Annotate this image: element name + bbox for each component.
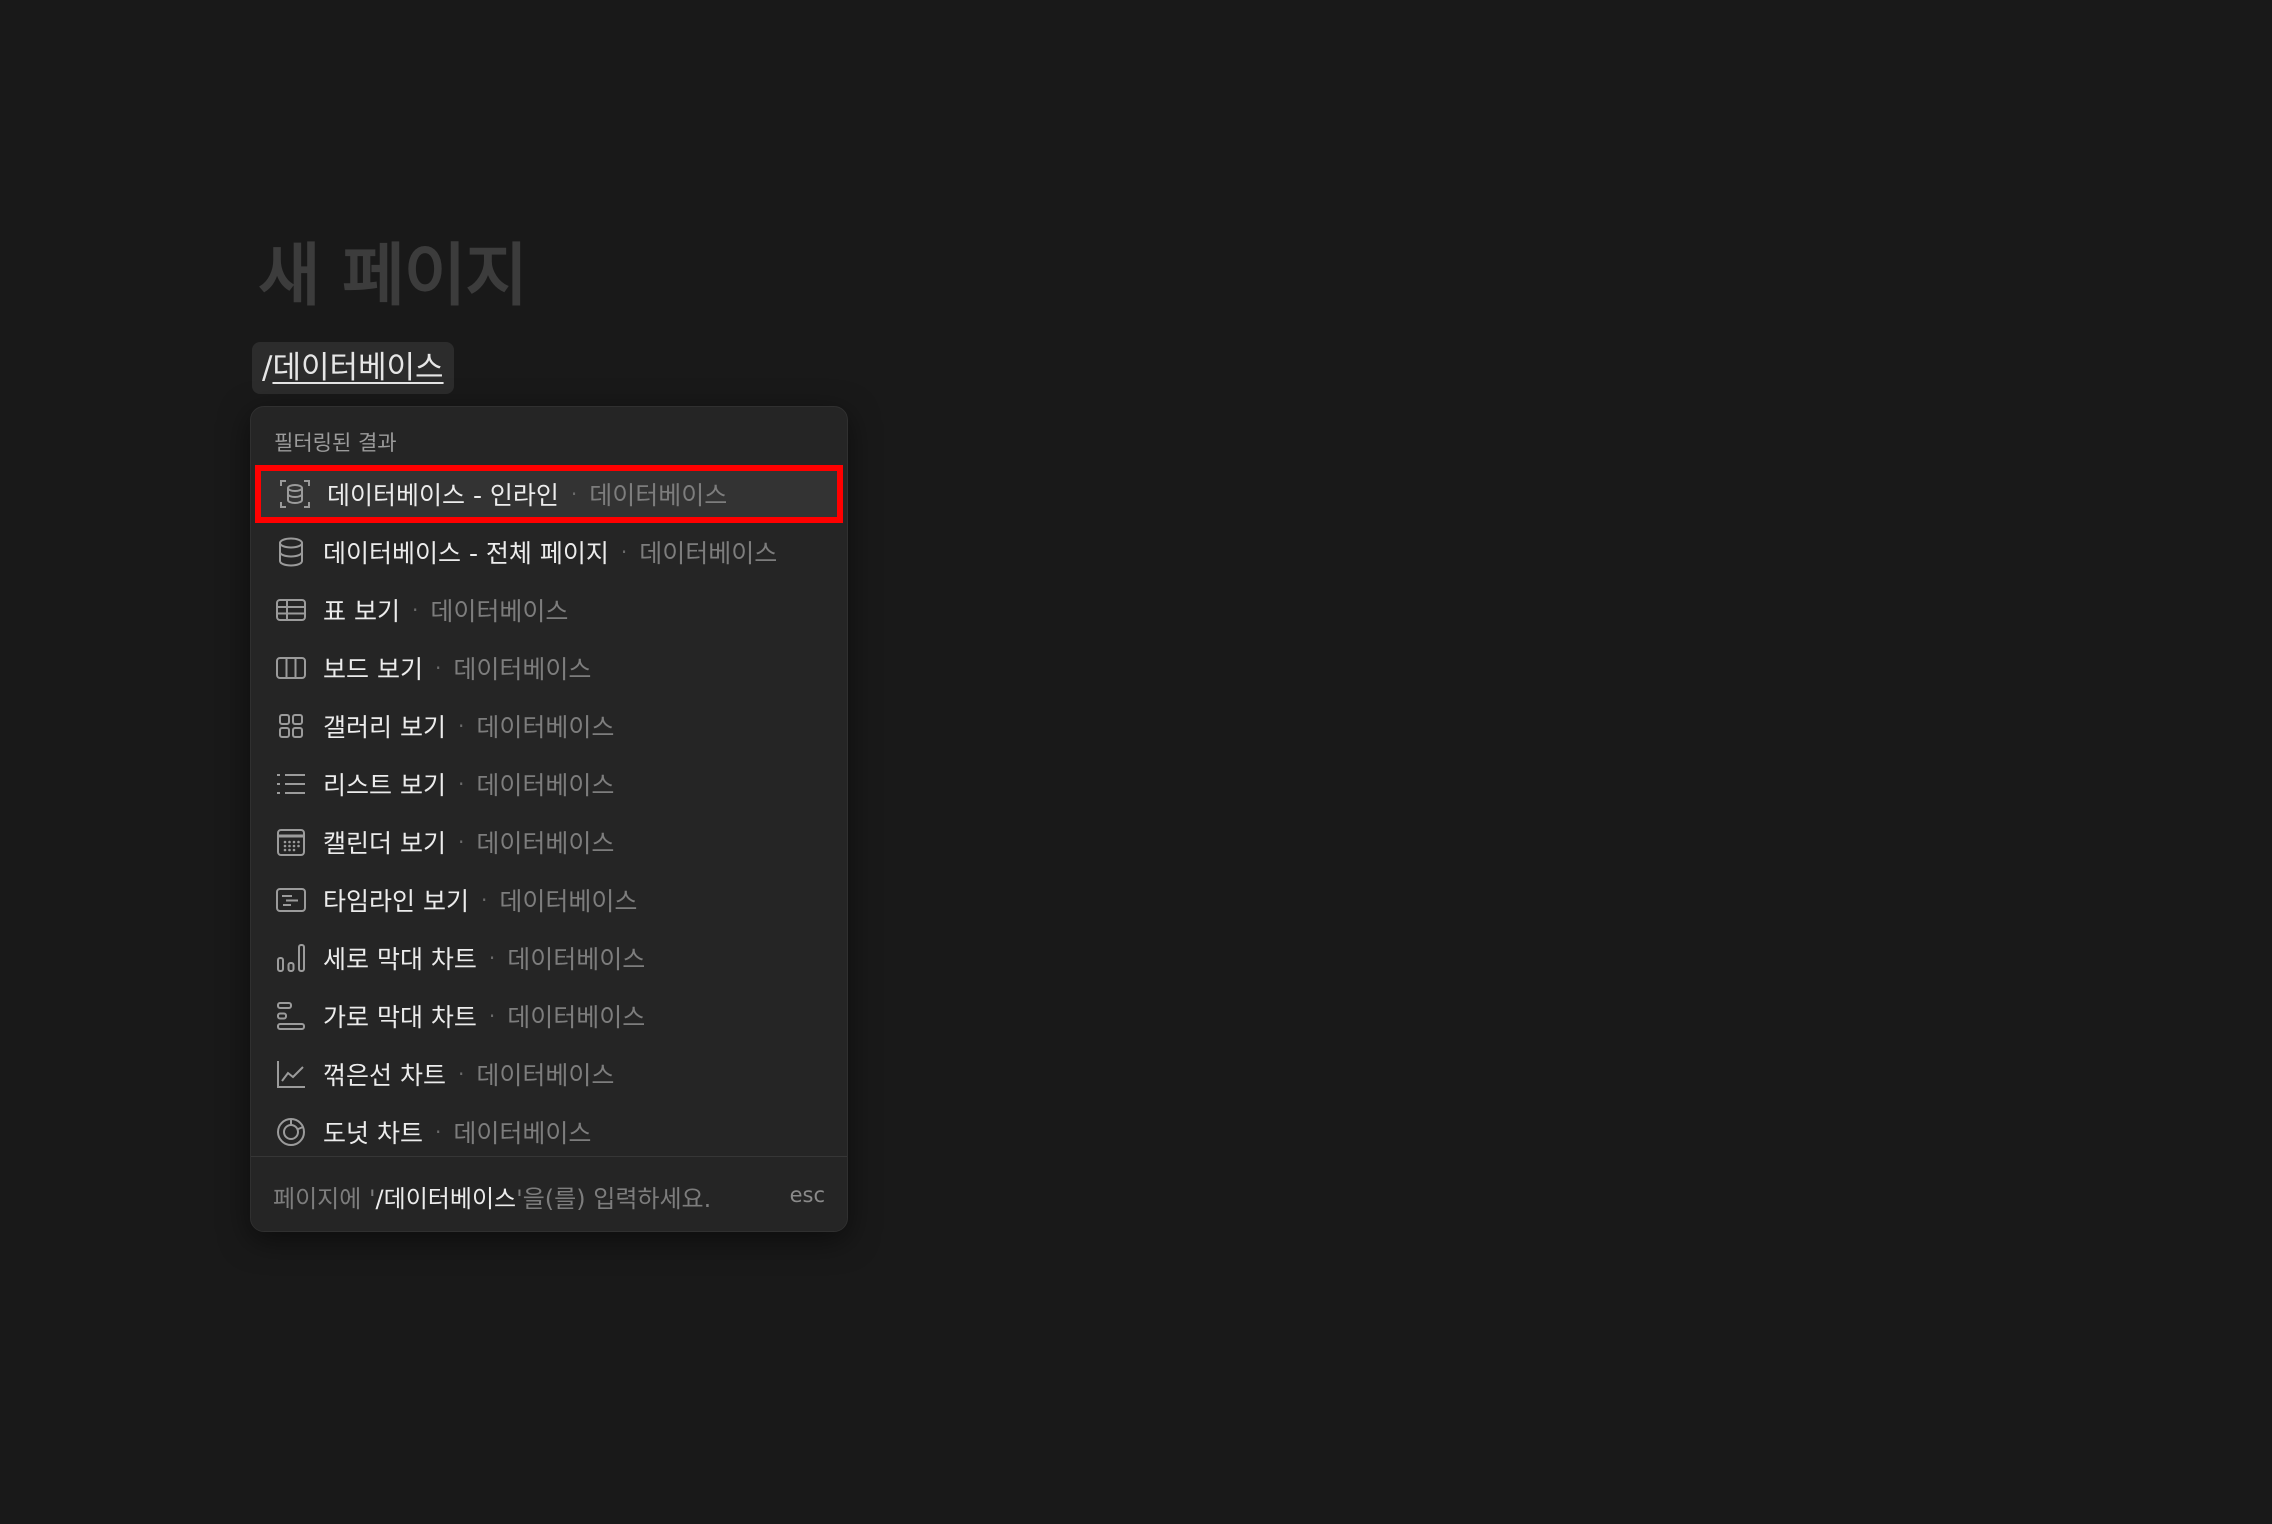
menu-item-separator: ·	[457, 1062, 465, 1086]
menu-item-database-inline[interactable]: 데이터베이스 - 인라인 · 데이터베이스	[255, 465, 843, 523]
menu-item-label: 데이터베이스 - 인라인	[327, 481, 559, 510]
menu-item-vertical-bar-chart[interactable]: 세로 막대 차트 · 데이터베이스	[251, 929, 847, 987]
menu-item-horizontal-bar-chart[interactable]: 가로 막대 차트 · 데이터베이스	[251, 987, 847, 1045]
menu-item-separator: ·	[434, 656, 442, 680]
footer-hint-after: '을(를) 입력하세요.	[516, 1185, 712, 1213]
footer-hint: 페이지에 '/데이터베이스'을(를) 입력하세요.	[273, 1179, 711, 1214]
timeline-icon	[273, 882, 309, 918]
menu-item-category: 데이터베이스	[453, 655, 592, 684]
menu-item-separator: ·	[620, 540, 628, 564]
menu-item-donut-chart[interactable]: 도넛 차트 · 데이터베이스	[251, 1103, 847, 1161]
menu-item-label: 갤러리 보기	[323, 713, 446, 742]
menu-item-separator: ·	[457, 830, 465, 854]
menu-item-label: 도넛 차트	[323, 1119, 423, 1148]
table-icon	[273, 592, 309, 628]
menu-item-separator: ·	[570, 482, 578, 506]
menu-footer: 페이지에 '/데이터베이스'을(를) 입력하세요. esc	[251, 1156, 847, 1231]
menu-item-table-view[interactable]: 표 보기 · 데이터베이스	[251, 581, 847, 639]
menu-item-database-full-page[interactable]: 데이터베이스 - 전체 페이지 · 데이터베이스	[251, 523, 847, 581]
menu-item-label: 가로 막대 차트	[323, 1003, 477, 1032]
menu-item-board-view[interactable]: 보드 보기 · 데이터베이스	[251, 639, 847, 697]
menu-list[interactable]: 데이터베이스 - 인라인 · 데이터베이스 데이터베이스 - 전체 페이지 · …	[251, 465, 847, 1161]
menu-item-category: 데이터베이스	[507, 1003, 646, 1032]
menu-item-category: 데이터베이스	[639, 539, 778, 568]
board-icon	[273, 650, 309, 686]
database-inline-icon	[277, 476, 313, 512]
list-icon	[273, 766, 309, 802]
menu-item-label: 리스트 보기	[323, 771, 446, 800]
database-icon	[273, 534, 309, 570]
menu-item-label: 세로 막대 차트	[323, 945, 477, 974]
menu-item-label: 캘린더 보기	[323, 829, 446, 858]
calendar-icon	[273, 824, 309, 860]
vertical-bar-chart-icon	[273, 940, 309, 976]
notion-page: 새 페이지 /데이터베이스 필터링된 결과 데이터베이스 - 인라인 · 데이터…	[0, 0, 2272, 1524]
menu-item-category: 데이터베이스	[589, 481, 728, 510]
menu-item-label: 표 보기	[323, 597, 400, 626]
menu-item-category: 데이터베이스	[430, 597, 569, 626]
menu-item-calendar-view[interactable]: 캘린더 보기 · 데이터베이스	[251, 813, 847, 871]
menu-item-list-view[interactable]: 리스트 보기 · 데이터베이스	[251, 755, 847, 813]
menu-item-category: 데이터베이스	[476, 1061, 615, 1090]
footer-hint-before: 페이지에 '	[273, 1185, 376, 1213]
esc-button[interactable]: esc	[790, 1183, 825, 1207]
horizontal-bar-chart-icon	[273, 998, 309, 1034]
page-title[interactable]: 새 페이지	[258, 220, 528, 319]
menu-item-separator: ·	[411, 598, 419, 622]
gallery-icon	[273, 708, 309, 744]
menu-item-separator: ·	[457, 772, 465, 796]
menu-item-gallery-view[interactable]: 갤러리 보기 · 데이터베이스	[251, 697, 847, 755]
menu-item-category: 데이터베이스	[476, 771, 615, 800]
slash-command-block[interactable]: /데이터베이스	[252, 342, 454, 394]
menu-item-label: 타임라인 보기	[323, 887, 469, 916]
menu-item-category: 데이터베이스	[453, 1119, 592, 1148]
donut-chart-icon	[273, 1114, 309, 1150]
slash-prefix: /	[262, 350, 273, 386]
menu-item-separator: ·	[457, 714, 465, 738]
menu-header: 필터링된 결과	[274, 431, 397, 455]
footer-hint-command: /데이터베이스	[375, 1185, 517, 1213]
menu-item-timeline-view[interactable]: 타임라인 보기 · 데이터베이스	[251, 871, 847, 929]
menu-item-separator: ·	[480, 888, 488, 912]
slash-query: 데이터베이스	[272, 350, 444, 386]
menu-item-separator: ·	[434, 1120, 442, 1144]
line-chart-icon	[273, 1056, 309, 1092]
menu-item-category: 데이터베이스	[476, 713, 615, 742]
menu-item-label: 보드 보기	[323, 655, 423, 684]
menu-item-label: 데이터베이스 - 전체 페이지	[323, 539, 609, 568]
menu-item-category: 데이터베이스	[476, 829, 615, 858]
menu-item-separator: ·	[488, 1004, 496, 1028]
menu-item-category: 데이터베이스	[499, 887, 638, 916]
menu-item-line-chart[interactable]: 꺾은선 차트 · 데이터베이스	[251, 1045, 847, 1103]
menu-item-label: 꺾은선 차트	[323, 1061, 446, 1090]
menu-item-separator: ·	[488, 946, 496, 970]
slash-command-menu: 필터링된 결과 데이터베이스 - 인라인 · 데이터베이스 데이터베이스 - 전…	[250, 406, 848, 1232]
menu-item-category: 데이터베이스	[507, 945, 646, 974]
